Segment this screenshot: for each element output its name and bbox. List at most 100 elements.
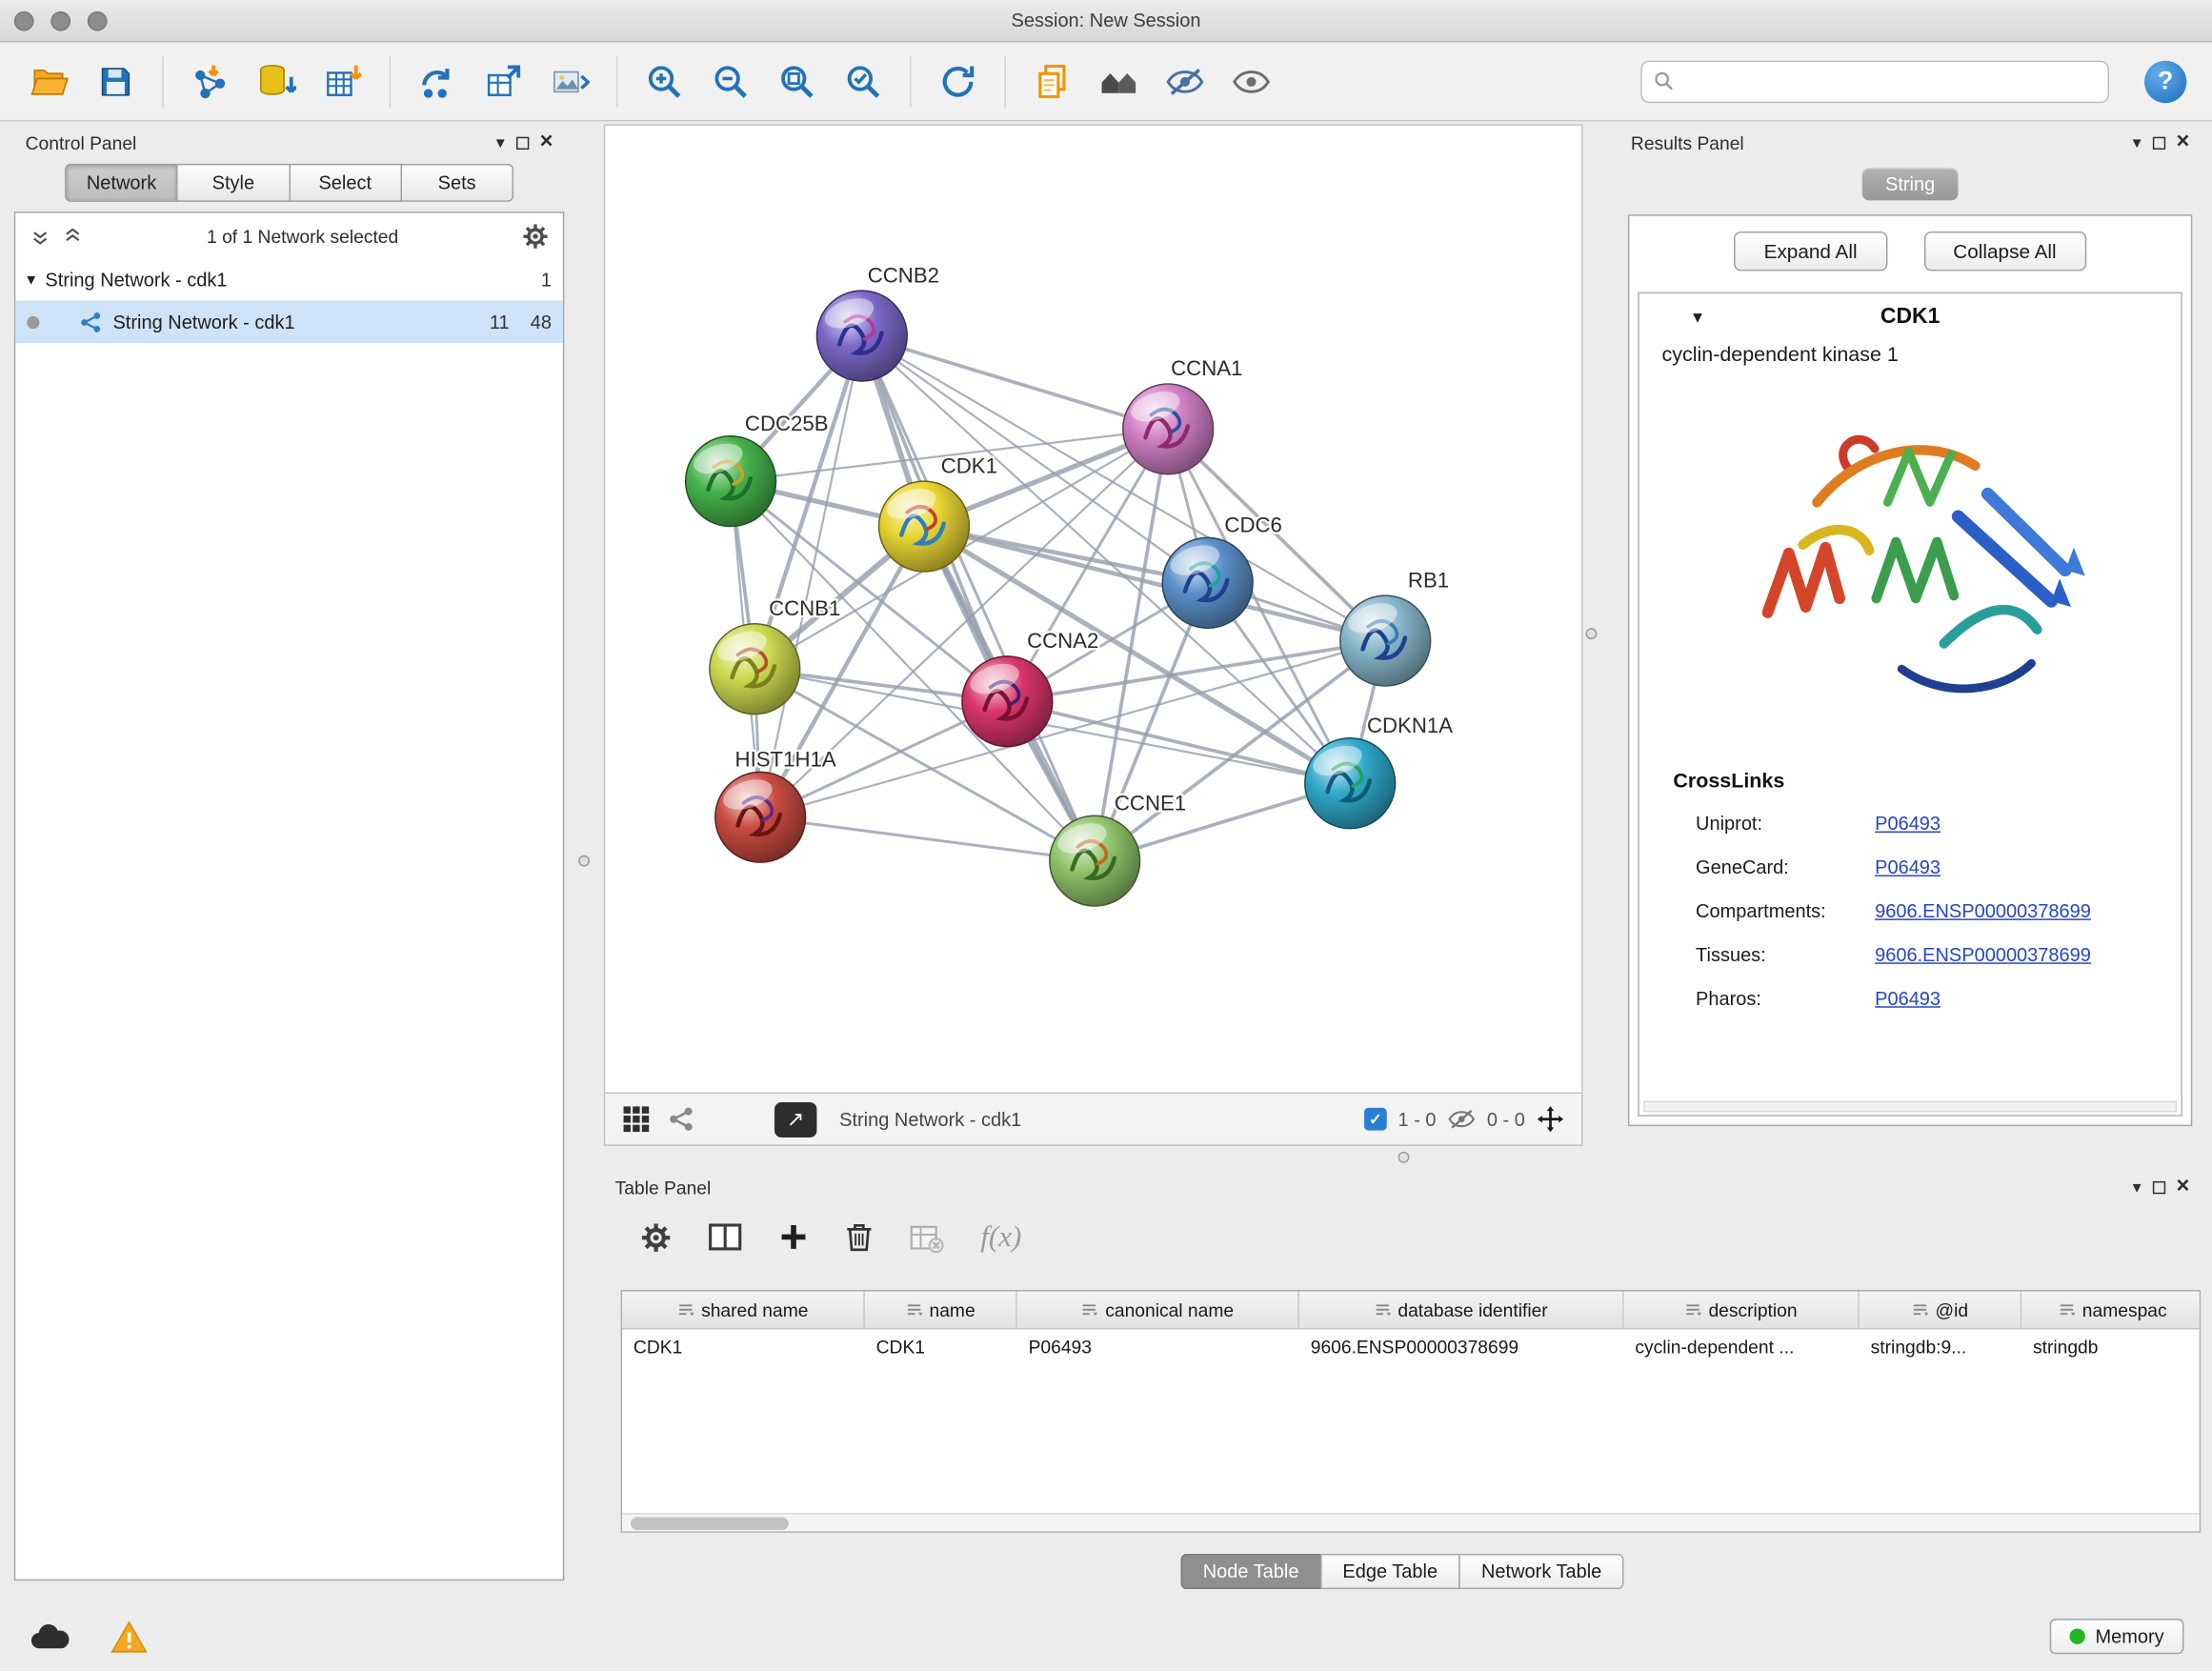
expand-all-button[interactable]: Expand All [1735,232,1887,271]
memory-button[interactable]: Memory [2050,1619,2183,1654]
vertical-splitter-handle[interactable] [1586,628,1598,639]
vertical-splitter-handle[interactable] [578,856,590,867]
collapse-all-chevron-icon[interactable] [30,227,50,245]
cloud-icon[interactable] [29,1621,70,1652]
open-external-arrow-button[interactable]: ↗ [774,1101,816,1137]
import-network-file-icon[interactable] [186,57,233,105]
tab-style[interactable]: Style [178,164,290,202]
crosslink-link[interactable]: P06493 [1875,813,1941,834]
import-network-database-icon[interactable] [252,57,300,105]
results-scrollbar[interactable] [1643,1100,2177,1112]
column-header--id[interactable]: @id [1860,1291,2021,1328]
network-node-RB1[interactable]: RB1 [1340,568,1449,686]
birdseye-view-icon[interactable] [622,1105,651,1134]
search-box[interactable] [1640,60,2109,102]
network-view-canvas[interactable]: CCNB2CCNA1CDC25BCDK1CDC6RB1CCNB1CCNA2CDK… [604,124,1583,1094]
tab-string[interactable]: String [1862,168,1958,200]
column-header-namespac[interactable]: namespac [2021,1291,2201,1328]
selected-checkbox-icon[interactable]: ✓ [1364,1108,1387,1131]
network-share-icon[interactable] [667,1105,695,1134]
tab-edge-table[interactable]: Edge Table [1320,1554,1460,1589]
maximize-panel-icon[interactable] [2152,136,2164,149]
delete-table-icon[interactable] [910,1221,944,1253]
copy-document-icon[interactable] [1029,57,1076,105]
maximize-panel-icon[interactable] [2152,1180,2164,1193]
network-row[interactable]: String Network - cdk1 11 48 [15,301,563,343]
expand-all-chevron-icon[interactable] [62,227,83,245]
network-options-gear-icon[interactable] [522,222,549,249]
gene-entry-header[interactable]: ▾ CDK1 [1639,293,2182,341]
network-edge-CCNB2-CCNA1[interactable] [862,336,1168,430]
float-panel-icon[interactable]: ▾ [496,134,505,151]
float-panel-icon[interactable]: ▾ [2133,1178,2142,1196]
maximize-panel-icon[interactable] [516,136,529,149]
open-session-icon[interactable] [26,57,73,105]
network-node-CDK1[interactable]: CDK1 [879,453,997,572]
graphics-details-eye-icon[interactable] [1227,57,1275,105]
hide-selected-eye-slash-icon[interactable] [1161,57,1209,105]
network-edge-CCNA2-CDKN1A[interactable] [1007,701,1350,783]
save-session-icon[interactable] [91,57,139,105]
network-node-CCNB1[interactable]: CCNB1 [710,596,840,715]
table-cell[interactable]: 9606.ENSP00000378699 [1299,1329,1624,1367]
add-column-plus-icon[interactable] [778,1222,808,1252]
warning-icon[interactable] [111,1620,149,1654]
export-table-icon[interactable] [480,57,528,105]
network-edge-CDK1-RB1[interactable] [924,527,1385,641]
table-cell[interactable]: cyclin-dependent ... [1624,1329,1860,1367]
zoom-in-icon[interactable] [640,57,688,105]
network-edge-HIST1H1A-CCNE1[interactable] [760,817,1095,861]
network-edge-CCNB2-HIST1H1A[interactable] [760,336,862,817]
network-graph[interactable]: CCNB2CCNA1CDC25BCDK1CDC6RB1CCNB1CCNA2CDK… [605,126,1581,1093]
close-panel-icon[interactable]: × [2177,1176,2190,1198]
table-cell[interactable]: CDK1 [622,1329,865,1367]
function-builder-icon[interactable]: f(x) [980,1219,1021,1255]
apply-layout-icon[interactable] [934,57,981,105]
table-settings-gear-icon[interactable] [640,1221,672,1253]
horizontal-splitter-handle[interactable] [1398,1152,1410,1163]
collapse-all-button[interactable]: Collapse All [1923,232,2086,271]
crosslink-link[interactable]: 9606.ENSP00000378699 [1875,944,2091,965]
zoom-out-icon[interactable] [707,57,754,105]
column-header-database-identifier[interactable]: database identifier [1299,1291,1624,1328]
delete-column-trash-icon[interactable] [845,1220,874,1253]
column-header-name[interactable]: name [865,1291,1017,1328]
tab-select[interactable]: Select [290,164,401,202]
network-edge-CCNB2-CCNE1[interactable] [862,336,1095,861]
network-node-CDKN1A[interactable]: CDKN1A [1305,714,1453,829]
network-from-selection-icon[interactable] [413,57,461,105]
table-cell[interactable]: stringdb:9... [1860,1329,2021,1367]
table-cell[interactable]: stringdb [2021,1329,2201,1367]
column-header-canonical-name[interactable]: canonical name [1017,1291,1299,1328]
network-collection-row[interactable]: ▾ String Network - cdk1 1 [15,258,563,300]
table-cell[interactable]: P06493 [1017,1329,1299,1367]
table-hscrollbar-thumb[interactable] [631,1518,789,1530]
crosslink-link[interactable]: P06493 [1875,988,1941,1009]
crosslink-link[interactable]: P06493 [1875,856,1941,877]
pan-move-icon[interactable] [1537,1105,1565,1134]
close-window-button[interactable] [14,11,34,31]
close-panel-icon[interactable]: × [2177,131,2190,154]
zoom-window-button[interactable] [88,11,108,31]
export-image-icon[interactable] [546,57,593,105]
tab-network-table[interactable]: Network Table [1458,1554,1624,1589]
table-hscrollbar[interactable] [622,1513,2200,1531]
minimize-window-button[interactable] [50,11,70,31]
search-input[interactable] [1683,70,2097,91]
tab-node-table[interactable]: Node Table [1180,1554,1321,1589]
column-header-description[interactable]: description [1624,1291,1860,1328]
network-node-CCNB2[interactable]: CCNB2 [816,263,939,381]
zoom-fit-icon[interactable] [774,57,821,105]
table-row[interactable]: CDK1CDK1P064939606.ENSP00000378699cyclin… [622,1329,2200,1367]
network-node-HIST1H1A[interactable]: HIST1H1A [715,747,836,862]
close-panel-icon[interactable]: × [540,131,553,154]
show-columns-icon[interactable] [708,1222,742,1252]
help-button[interactable]: ? [2144,60,2186,102]
column-header-shared-name[interactable]: shared name [622,1291,865,1328]
houses-icon[interactable] [1095,57,1142,105]
crosslink-link[interactable]: 9606.ENSP00000378699 [1875,900,2091,921]
float-panel-icon[interactable]: ▾ [2133,134,2142,151]
table-cell[interactable]: CDK1 [865,1329,1017,1367]
tab-sets[interactable]: Sets [402,164,513,202]
network-node-CCNA1[interactable]: CCNA1 [1123,356,1243,474]
